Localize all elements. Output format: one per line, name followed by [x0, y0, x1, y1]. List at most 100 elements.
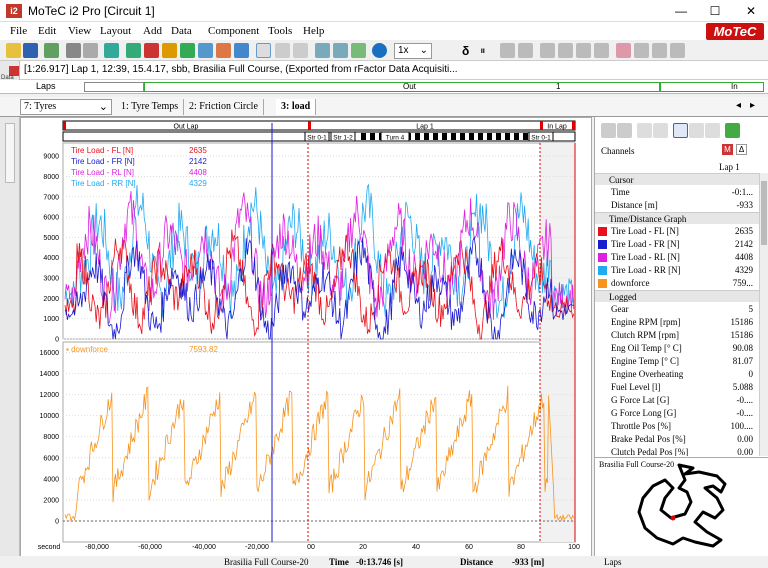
worksheet-selector[interactable]: 7: Tyres ⌄: [20, 99, 112, 115]
channel-value: -933: [736, 200, 754, 210]
logged-channel-row[interactable]: Engine Overheating 0: [595, 368, 759, 381]
lap-segment-pre[interactable]: [84, 82, 144, 92]
arrow-right-icon[interactable]: [333, 43, 348, 58]
zoom-out-icon[interactable]: [518, 43, 533, 58]
picture-icon[interactable]: [198, 43, 213, 58]
scrollbar-thumb[interactable]: [761, 181, 767, 245]
menu-edit[interactable]: Edit: [38, 25, 56, 37]
channel-name: Tire Load - RR [N]: [611, 265, 681, 275]
minimize-button[interactable]: —: [664, 0, 698, 22]
edit-icon[interactable]: [162, 43, 177, 58]
sector-marker: [487, 133, 492, 140]
graph-channel-row[interactable]: Tire Load - RR [N] 4329: [595, 264, 759, 277]
image-icon[interactable]: [705, 123, 720, 138]
tab-friction-circle[interactable]: 2: Friction Circle: [184, 99, 264, 115]
logged-channel-row[interactable]: Clutch Pedal Pos [%] 0.00: [595, 446, 759, 456]
pause-icon[interactable]: ⏸: [480, 45, 486, 58]
playback-speed-select[interactable]: 1x ⌄: [394, 43, 432, 59]
lap-segment-in[interactable]: In: [660, 82, 764, 92]
delta-icon[interactable]: δ: [462, 44, 469, 58]
math-icon[interactable]: M: [722, 144, 733, 155]
zoom-reset-icon[interactable]: [576, 43, 591, 58]
legend-rr-value: 4329: [189, 179, 207, 188]
graph-add-icon[interactable]: [126, 43, 141, 58]
status-laps[interactable]: Laps: [604, 557, 622, 567]
tree-icon[interactable]: [653, 123, 668, 138]
logged-channel-row[interactable]: Eng Oil Temp [° C] 90.08: [595, 342, 759, 355]
tab-tyre-temps[interactable]: 1: Tyre Temps: [116, 99, 185, 115]
menu-tools[interactable]: Tools: [268, 25, 292, 37]
track-map-panel[interactable]: Brasilia Full Course-20: [595, 457, 768, 562]
close-button[interactable]: ✕: [734, 0, 768, 22]
clock-icon[interactable]: [256, 43, 271, 58]
delta-channel-icon[interactable]: Δ: [736, 144, 747, 155]
cursor-row[interactable]: Distance [m] -933: [595, 199, 759, 212]
menu-view[interactable]: View: [68, 25, 91, 37]
logged-channel-row[interactable]: Gear 5: [595, 303, 759, 316]
segment-lap-1: Lap 1: [416, 124, 434, 131]
split-view-icon[interactable]: [689, 123, 704, 138]
menu-file[interactable]: File: [10, 25, 27, 37]
zoom-y-icon[interactable]: [558, 43, 573, 58]
map-icon[interactable]: [725, 123, 740, 138]
graph-channel-row[interactable]: Tire Load - FR [N] 2142: [595, 238, 759, 251]
menu-component[interactable]: Component: [208, 25, 259, 37]
download-icon[interactable]: [44, 43, 59, 58]
menu-help[interactable]: Help: [303, 25, 324, 37]
arrow-left-icon[interactable]: [315, 43, 330, 58]
print-icon[interactable]: [66, 43, 81, 58]
cursor-section[interactable]: Cursor: [595, 173, 759, 185]
marker-icon[interactable]: [144, 43, 159, 58]
menu-layout[interactable]: Layout: [100, 25, 131, 37]
channel-list-scrollbar[interactable]: [759, 173, 768, 456]
zoom-in-icon[interactable]: [500, 43, 515, 58]
zoom-fit-icon[interactable]: [293, 43, 308, 58]
tab-scroll-right-icon[interactable]: ▸: [750, 100, 755, 111]
layout-icon[interactable]: [670, 43, 685, 58]
logged-channel-row[interactable]: G Force Long [G] -0....: [595, 407, 759, 420]
logged-channel-row[interactable]: G Force Lat [G] -0....: [595, 394, 759, 407]
spreadsheet-icon[interactable]: [180, 43, 195, 58]
logged-channel-row[interactable]: Engine RPM [rpm] 15186: [595, 316, 759, 329]
tab-load[interactable]: 3: load: [276, 99, 317, 115]
flag-icon[interactable]: [351, 43, 366, 58]
logged-channel-row[interactable]: Clutch RPM [rpm] 15186: [595, 329, 759, 342]
zoom-x-icon[interactable]: [540, 43, 555, 58]
bar-chart-icon[interactable]: [234, 43, 249, 58]
open-folder-icon[interactable]: [6, 43, 21, 58]
gauge-icon[interactable]: [216, 43, 231, 58]
grid-icon[interactable]: [634, 43, 649, 58]
time-distance-graph[interactable]: Out Lap Lap 1 In Lap Str 0-1 Str 1-2 Tur…: [20, 117, 592, 562]
logged-channel-row[interactable]: Throttle Pos [%] 100....: [595, 420, 759, 433]
graph-channel-row[interactable]: downforce 759...: [595, 277, 759, 290]
tab-scroll-left-icon[interactable]: ◂: [736, 100, 741, 111]
align-icon[interactable]: [275, 43, 290, 58]
graph-channel-row[interactable]: Tire Load - FL [N] 2635: [595, 225, 759, 238]
list-icon[interactable]: [637, 123, 652, 138]
text-view-icon[interactable]: [673, 123, 688, 138]
logged-channel-row[interactable]: Engine Temp [° C] 81.07: [595, 355, 759, 368]
filter-icon[interactable]: [617, 123, 632, 138]
time-distance-graph-section[interactable]: Time/Distance Graph: [595, 212, 759, 224]
copy-icon[interactable]: [104, 43, 119, 58]
maximize-button[interactable]: ☐: [698, 0, 732, 22]
lap-segment-1[interactable]: 1: [424, 82, 660, 92]
channels-side-tab[interactable]: [5, 123, 15, 183]
menu-data[interactable]: Data: [171, 25, 192, 37]
graph-channel-row[interactable]: Tire Load - RL [N] 4408: [595, 251, 759, 264]
overlay-icon[interactable]: [652, 43, 667, 58]
logged-channel-row[interactable]: Brake Pedal Pos [%] 0.00: [595, 433, 759, 446]
status-time-label: Time: [329, 557, 349, 567]
zoom-all-icon[interactable]: [594, 43, 609, 58]
sort-icon[interactable]: [601, 123, 616, 138]
logged-channel-row[interactable]: Fuel Level [l] 5.088: [595, 381, 759, 394]
cursor-icon[interactable]: [616, 43, 631, 58]
channel-color-swatch: [598, 240, 607, 249]
menu-add[interactable]: Add: [143, 25, 162, 37]
cursor-row[interactable]: Time -0:1...: [595, 186, 759, 199]
print-preview-icon[interactable]: [83, 43, 98, 58]
save-icon[interactable]: [23, 43, 38, 58]
logged-section[interactable]: Logged: [595, 290, 759, 302]
play-icon[interactable]: [372, 43, 387, 58]
channel-name: Engine Overheating: [611, 369, 684, 379]
